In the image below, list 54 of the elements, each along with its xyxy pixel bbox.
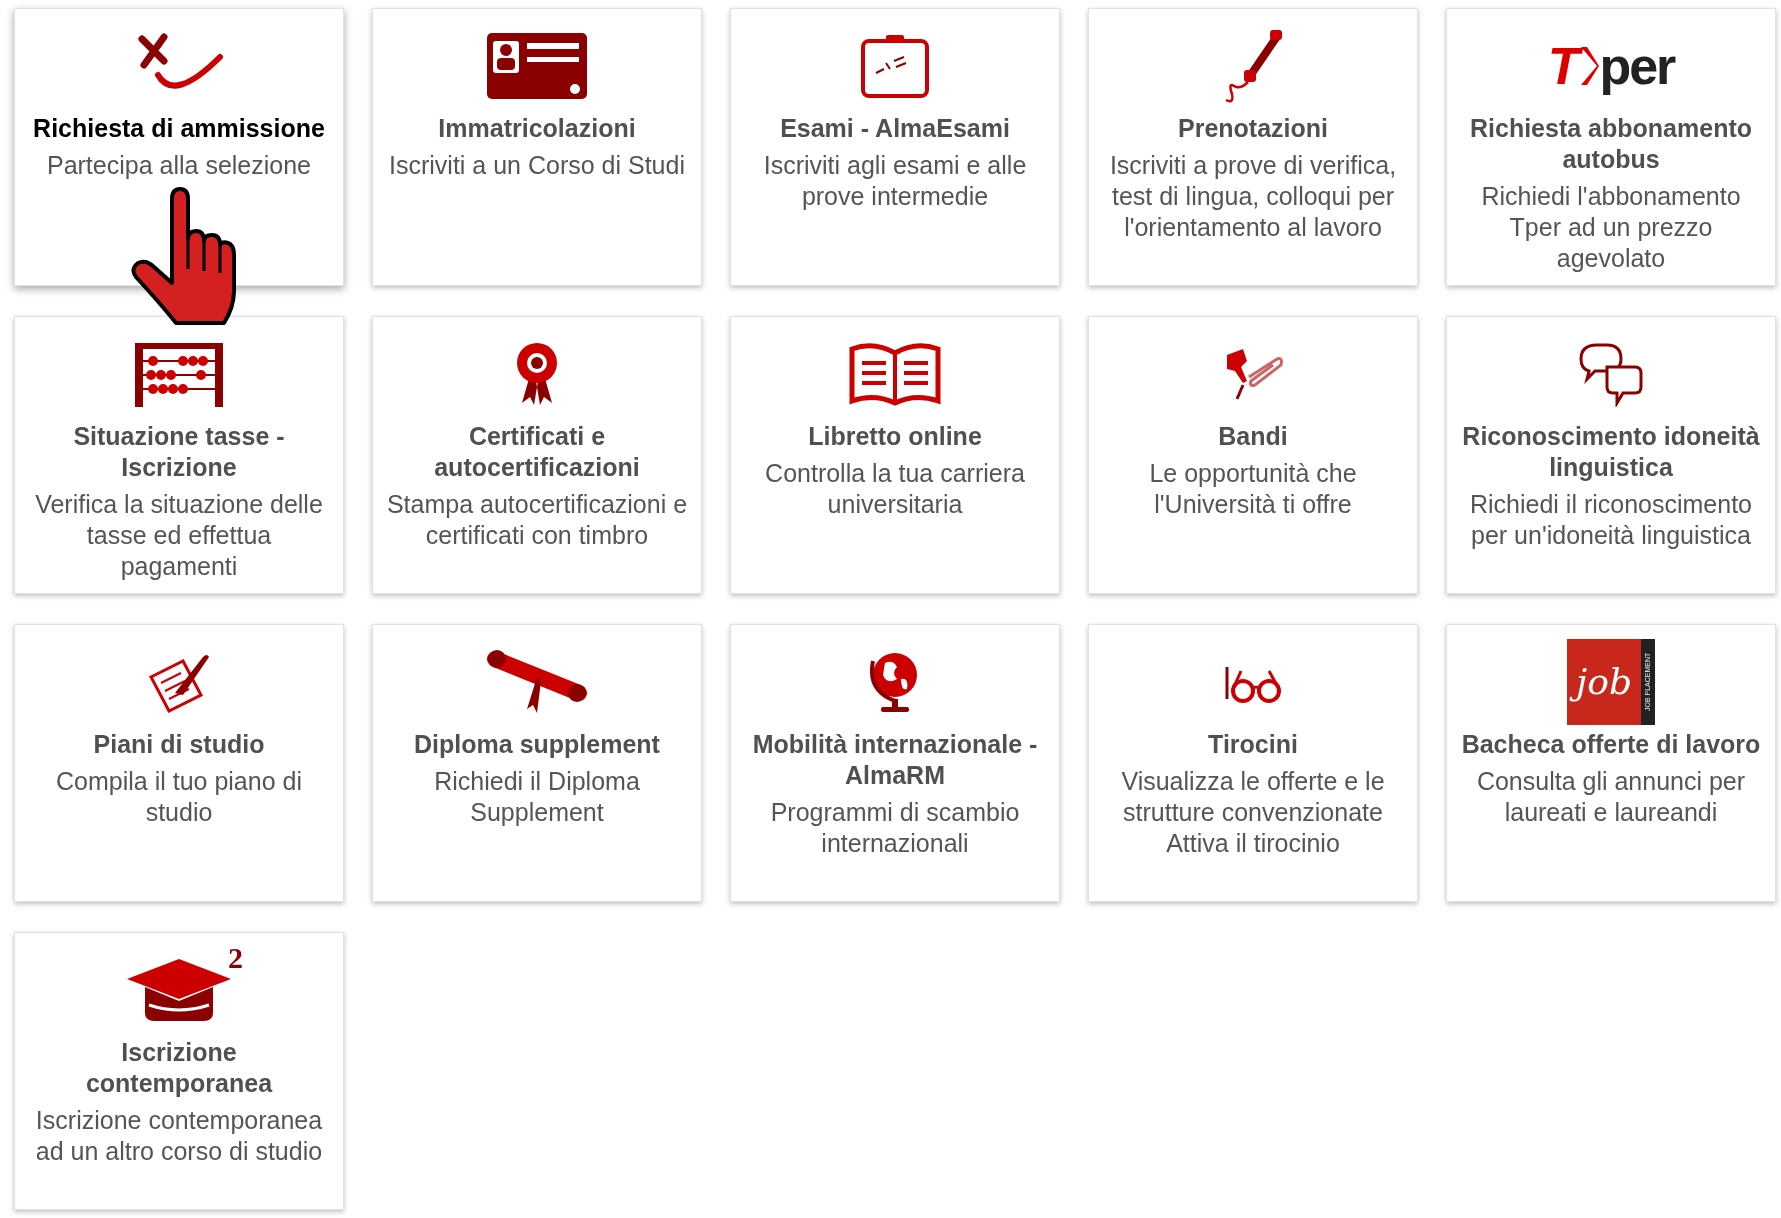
tile-description: Consulta gli annunci per laureati e laureandi xyxy=(1475,766,1747,828)
tile-description: Le opportunità che l'Università ti offre xyxy=(1148,458,1358,520)
service-tile[interactable]: Certificati e autocertificazioni Stampa autocertificazioni e certificati con timbro xyxy=(372,316,702,594)
tile-title: Prenotazioni xyxy=(1178,113,1328,144)
tile-description: Verifica la situazione delle tasse ed effettua pagamenti xyxy=(34,489,324,582)
tile-title: Richiesta di ammissione xyxy=(33,113,325,144)
tile-description: Compila il tuo piano di studio xyxy=(55,766,303,828)
tile-title: Certificati e autocertificazioni xyxy=(433,421,641,483)
hand-cursor-icon xyxy=(130,187,238,325)
service-tile[interactable]: Diploma supplement Richiedi il Diploma Supplement xyxy=(372,624,702,902)
service-tile[interactable]: Libretto online Controlla la tua carriera universitaria xyxy=(730,316,1060,594)
tile-description: Iscriviti agli esami e alle prove intermedie xyxy=(762,150,1028,212)
tile-description: Partecipa alla selezione xyxy=(46,150,312,181)
service-tile[interactable]: Prenotazioni Iscriviti a prove di verifica, test di lingua, colloqui per l'orientamento al lavoro xyxy=(1088,8,1418,286)
tile-description: Controlla la tua carriera universitaria xyxy=(764,458,1026,520)
tile-title: Libretto online xyxy=(808,421,982,452)
tile-title: Immatricolazioni xyxy=(438,113,636,144)
open-book-icon xyxy=(848,341,942,407)
tile-description: Richiedi il riconoscimento per un'idoneità linguistica xyxy=(1468,489,1754,551)
tile-title: Bandi xyxy=(1218,421,1288,452)
tile-title: Bacheca offerte di lavoro xyxy=(1461,729,1761,760)
tile-title: Esami - AlmaEsami xyxy=(780,113,1010,144)
tile-title: Iscrizione contemporanea xyxy=(84,1037,274,1099)
diploma-scroll-icon xyxy=(487,649,587,715)
service-tile[interactable]: Esami - AlmaEsami Iscriviti agli esami e alle prove intermedie xyxy=(730,8,1060,286)
speech-bubbles-icon xyxy=(1577,341,1645,407)
service-tile[interactable]: Riconoscimento idoneità linguistica Richiedi il riconoscimento per un'idoneità linguistica xyxy=(1446,316,1776,594)
superscript-number: 2 xyxy=(228,943,243,973)
tile-title: Tirocini xyxy=(1208,729,1298,760)
tile-description: Iscrizione contemporanea ad un altro corso di studio xyxy=(34,1105,324,1167)
service-tile[interactable]: 2 Iscrizione contemporanea Iscrizione contemporanea ad un altro corso di studio xyxy=(14,932,344,1210)
tile-description: Stampa autocertificazioni e certificati con timbro xyxy=(385,489,689,551)
tile-description: Iscriviti a un Corso di Studi xyxy=(389,150,685,181)
service-tile[interactable]: Immatricolazioni Iscriviti a un Corso di Studi xyxy=(372,8,702,286)
tile-title: Piani di studio xyxy=(93,729,265,760)
service-tile[interactable]: T per Richiesta abbonamento autobus Richiedi l'abbonamento Tper ad un prezzo agevolato xyxy=(1446,8,1776,286)
tile-description: Richiedi l'abbonamento Tper ad un prezzo agevolato xyxy=(1480,181,1742,274)
calculator-sheet-icon xyxy=(860,33,930,99)
tile-title: Mobilità internazionale - AlmaRM xyxy=(751,729,1039,791)
id-card-icon xyxy=(487,33,587,99)
tile-description: Programmi di scambio internazionali xyxy=(769,797,1021,859)
tile-description: Visualizza le offerte e le strutture convenzionate Attiva il tirocinio xyxy=(1120,766,1386,859)
service-tile[interactable]: Piani di studio Compila il tuo piano di studio xyxy=(14,624,344,902)
service-tile[interactable]: Mobilità internazionale - AlmaRM Programmi di scambio internazionali xyxy=(730,624,1060,902)
service-tile[interactable]: Situazione tasse - Iscrizione Verifica la situazione delle tasse ed effettua pagamenti xyxy=(14,316,344,594)
tile-title: Situazione tasse - Iscrizione xyxy=(72,421,286,483)
tile-description: Richiedi il Diploma Supplement xyxy=(433,766,641,828)
abacus-icon xyxy=(133,341,225,407)
tile-title: Richiesta abbonamento autobus xyxy=(1469,113,1753,175)
service-tile[interactable]: Bandi Le opportunità che l'Università ti offre xyxy=(1088,316,1418,594)
service-tile[interactable]: Tirocini Visualizza le offerte e le strutture convenzionate Attiva il tirocinio xyxy=(1088,624,1418,902)
tile-description: Iscriviti a prove di verifica, test di lingua, colloqui per l'orientamento al lavoro xyxy=(1108,150,1398,243)
tile-title: Riconoscimento idoneità linguistica xyxy=(1461,421,1761,483)
tile-title: Diploma supplement xyxy=(414,729,660,760)
